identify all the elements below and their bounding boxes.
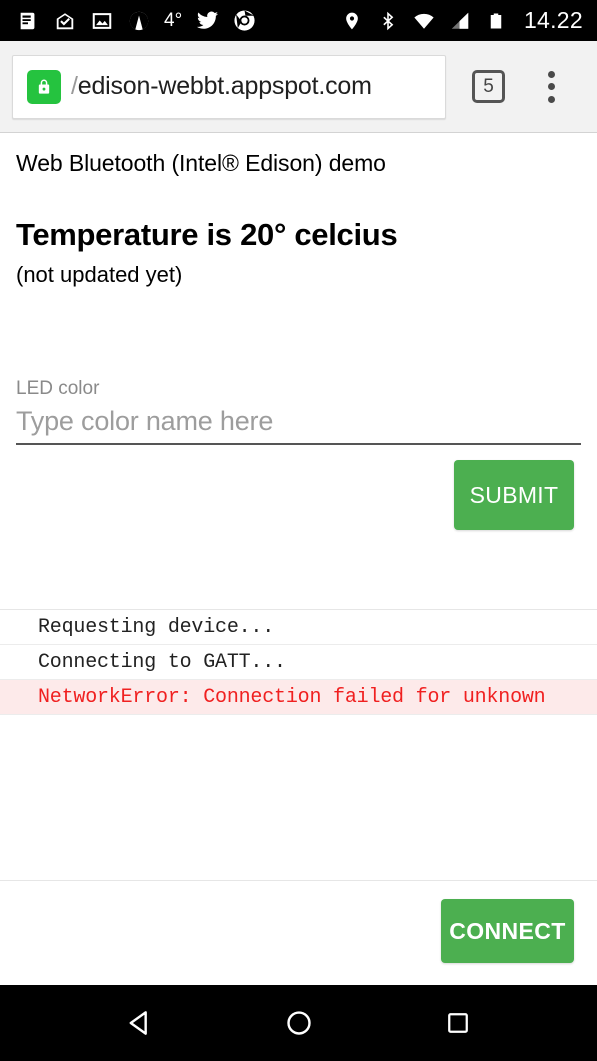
temperature-heading: Temperature is 20° celcius (16, 217, 398, 252)
weather-temp: 4° (164, 9, 183, 31)
twitter-icon (195, 9, 219, 33)
cell-signal-icon (448, 9, 472, 33)
inbox-check-icon (53, 9, 77, 33)
led-color-field-group: LED color (16, 378, 581, 445)
battery-icon (484, 9, 508, 33)
menu-dot (547, 70, 555, 78)
log-entry: Requesting device... (0, 610, 597, 645)
led-color-label: LED color (16, 378, 100, 399)
wifi-icon (412, 9, 436, 33)
tab-switcher-button[interactable]: 5 (472, 70, 505, 103)
lock-icon (27, 69, 61, 104)
url-bar[interactable]: /edison-webbt.appspot.com (12, 54, 446, 119)
location-pin-icon (340, 9, 364, 33)
url-text: /edison-webbt.appspot.com (71, 72, 372, 101)
log-entry-error: NetworkError: Connection failed for unkn… (0, 680, 597, 715)
led-color-input[interactable] (16, 404, 581, 445)
web-page-content: Web Bluetooth (Intel® Edison) demo Tempe… (0, 134, 597, 985)
back-triangle-icon[interactable] (112, 995, 168, 1051)
url-prefix-fragment: / (71, 72, 78, 100)
status-bar-system-icons: 14.22 (340, 7, 583, 34)
temperature-status-note: (not updated yet) (16, 262, 183, 287)
menu-dot (547, 83, 555, 90)
android-status-bar: 4° 14.22 (0, 0, 597, 41)
connect-button[interactable]: CONNECT (441, 899, 574, 963)
photo-icon (90, 9, 114, 33)
status-bar-notifications: 4° (16, 9, 340, 33)
submit-button[interactable]: SUBMIT (454, 460, 574, 530)
news-icon (16, 9, 40, 33)
overflow-menu-icon[interactable] (539, 69, 563, 105)
recents-square-icon[interactable] (430, 995, 486, 1051)
bluetooth-icon (376, 9, 400, 33)
menu-dot (547, 95, 555, 103)
home-circle-icon[interactable] (271, 995, 327, 1051)
browser-toolbar: /edison-webbt.appspot.com 5 (0, 41, 597, 133)
log-entry: Connecting to GATT... (0, 645, 597, 680)
footer-divider (0, 880, 597, 881)
android-nav-bar (0, 985, 597, 1061)
status-bar-clock: 14.22 (523, 7, 583, 33)
log-console: Requesting device... Connecting to GATT.… (0, 609, 597, 715)
page-title: Web Bluetooth (Intel® Edison) demo (16, 150, 386, 176)
chrome-icon (232, 9, 256, 33)
url-host: edison-webbt.appspot.com (77, 72, 372, 100)
phone-screen: 4° 14.22 /edison-webbt.appspot.com 5 Web… (0, 0, 597, 1061)
app-circle-icon (127, 9, 151, 33)
